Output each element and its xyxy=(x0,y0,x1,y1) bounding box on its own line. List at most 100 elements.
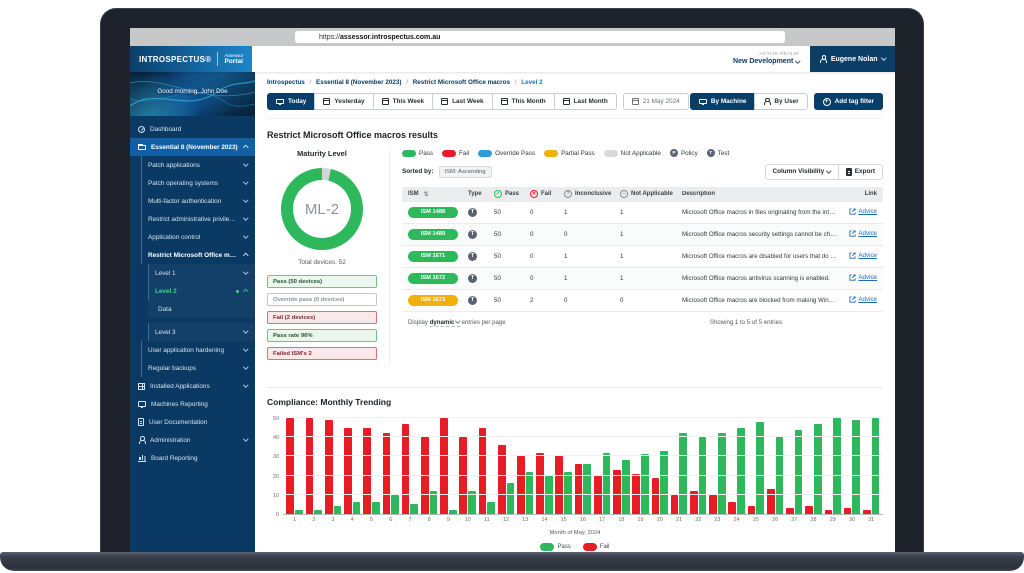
date-filter-yesterday[interactable]: Yesterday xyxy=(314,93,373,110)
column-visibility-button[interactable]: Column Visibility xyxy=(766,165,838,179)
view-filter-by-user[interactable]: By User xyxy=(754,93,807,110)
sidebar-item-user-documentation[interactable]: User Documentation xyxy=(130,413,255,431)
breadcrumb-segment[interactable]: Essential 8 (November 2023) xyxy=(316,79,401,86)
column-header-description[interactable]: Description xyxy=(682,191,837,197)
bar-group-day-5 xyxy=(362,419,381,514)
advice-link[interactable]: Advice xyxy=(849,252,877,259)
user-menu-button[interactable]: Eugene Nolan xyxy=(810,46,895,72)
sidebar-item-label: Patch applications xyxy=(148,162,239,169)
sidebar-item-data[interactable]: Data xyxy=(148,300,255,318)
export-button[interactable]: Export xyxy=(838,165,882,179)
active-realm-selector[interactable]: ACTIVE REALM: New Development xyxy=(733,52,810,67)
compliance-chart-section: Compliance: Monthly Trending 01020304050… xyxy=(267,387,883,551)
date-picker[interactable]: 21 May 2024 xyxy=(623,93,689,110)
bar-group-day-6 xyxy=(381,419,400,514)
date-filter-today[interactable]: Today xyxy=(267,93,315,110)
column-header-fail[interactable]: ✕Fail xyxy=(530,190,564,198)
type-cell: T xyxy=(468,274,494,283)
advice-link[interactable]: Advice xyxy=(849,274,877,281)
sidebar-item-user-application-hardening[interactable]: User application hardening xyxy=(141,341,255,359)
external-link-icon xyxy=(849,252,856,259)
table-row: ISM 1671T50011Microsoft Office macros ar… xyxy=(402,246,883,268)
date-filter-last-month[interactable]: Last Month xyxy=(554,93,617,110)
sidebar-item-patch-applications[interactable]: Patch applications xyxy=(141,156,255,174)
cal-icon xyxy=(323,98,330,105)
sidebar-item-dashboard[interactable]: Dashboard xyxy=(130,120,255,138)
sidebar-item-machines-reporting[interactable]: Machines Reporting xyxy=(130,395,255,413)
sidebar-item-multi-factor-authentication[interactable]: Multi-factor authentication xyxy=(141,192,255,210)
breadcrumb-segment[interactable]: Level 2 xyxy=(521,79,542,86)
fail-bar xyxy=(344,428,352,514)
date-filter-last-week[interactable]: Last Week xyxy=(432,93,493,110)
x-tick-label: 15 xyxy=(554,517,573,523)
maturity-heading: Maturity Level xyxy=(267,149,377,158)
breadcrumb-separator: / xyxy=(404,79,409,86)
pass-count: 50 xyxy=(494,253,530,260)
url-host: assessor.introspectus.com.au xyxy=(340,34,440,41)
ism-cell: ISM 1672 xyxy=(408,273,468,284)
x-tick-label: 25 xyxy=(746,517,765,523)
breadcrumb-segment[interactable]: Introspectus xyxy=(267,79,305,86)
date-filter-this-month[interactable]: This Month xyxy=(492,93,555,110)
column-header-link[interactable]: Link xyxy=(837,191,877,197)
sidebar-item-application-control[interactable]: Application control xyxy=(141,228,255,246)
sidebar-item-level-1[interactable]: Level 1 xyxy=(148,264,255,282)
stat-pill-red: Fail (2 devices) xyxy=(267,311,377,324)
fail-count: 0 xyxy=(530,275,564,282)
view-filter-by-machine[interactable]: By Machine xyxy=(690,93,756,110)
x-tick-label: 22 xyxy=(689,517,708,523)
sidebar-item-label: Multi-factor authentication xyxy=(148,198,239,205)
not-applicable-count: 0 xyxy=(620,297,682,304)
chevron-down-icon xyxy=(456,319,461,324)
description-cell: Microsoft Office macros are disabled for… xyxy=(682,253,837,260)
sidebar-item-board-reporting[interactable]: Board Reporting xyxy=(130,449,255,467)
sidebar-item-essential-8-november-2023[interactable]: Essential 8 (November 2023) xyxy=(130,138,255,156)
pass-bar xyxy=(295,510,303,514)
fail-bar xyxy=(325,420,333,514)
bar-group-day-1 xyxy=(285,419,304,514)
breadcrumb-segment[interactable]: Restrict Microsoft Office macros xyxy=(413,79,510,86)
fail-bar xyxy=(805,506,813,514)
type-cell: T xyxy=(468,252,494,261)
chart-icon xyxy=(138,455,146,462)
sorted-chip[interactable]: ISM: Ascending xyxy=(439,166,492,178)
column-header-inconclusive[interactable]: ?Inconclusive xyxy=(564,190,620,198)
description-cell: Microsoft Office macros in files origina… xyxy=(682,209,837,216)
x-tick-label: 12 xyxy=(496,517,515,523)
sidebar-item-patch-operating-systems[interactable]: Patch operating systems xyxy=(141,174,255,192)
sidebar-item-restrict-microsoft-office-macros[interactable]: Restrict Microsoft Office macros xyxy=(141,246,255,264)
pass-bar xyxy=(410,504,418,514)
date-picker-value: 21 May 2024 xyxy=(643,98,680,105)
sidebar-item-regular-backups[interactable]: Regular backups xyxy=(141,359,255,377)
url-bar[interactable]: https://assessor.introspectus.com.au xyxy=(295,31,785,43)
entries-per-page-select[interactable]: dynamic xyxy=(430,319,460,327)
advice-link[interactable]: Advice xyxy=(849,208,877,215)
column-header-ism[interactable]: ISM⇅ xyxy=(408,191,468,198)
advice-link[interactable]: Advice xyxy=(849,296,877,303)
date-filter-this-week[interactable]: This Week xyxy=(373,93,434,110)
sidebar-item-installed-applications[interactable]: Installed Applications xyxy=(130,377,255,395)
sidebar-item-level-2[interactable]: Level 2 xyxy=(148,282,255,300)
stat-pill-red: Failed ISM's 2 xyxy=(267,347,377,360)
chevron-down-icon xyxy=(243,347,248,352)
sidebar-item-label: Board Reporting xyxy=(151,455,247,462)
legend-test: TTest xyxy=(707,149,730,157)
add-tag-filter-button[interactable]: +Add tag filter xyxy=(814,93,883,110)
external-link-icon xyxy=(849,274,856,281)
sidebar-item-administration[interactable]: Administration xyxy=(130,431,255,449)
column-header-type[interactable]: Type xyxy=(468,191,494,197)
advice-link[interactable]: Advice xyxy=(849,230,877,237)
view-filter-group: By MachineBy User +Add tag filter xyxy=(690,93,883,110)
cross-circle-icon: ✕ xyxy=(530,190,538,198)
x-tick-label: 16 xyxy=(573,517,592,523)
bar-group-day-17 xyxy=(593,419,612,514)
pass-bar xyxy=(372,502,380,514)
gridline xyxy=(283,417,883,418)
legend-label: Policy xyxy=(681,150,698,157)
pass-bar xyxy=(334,506,342,514)
sidebar-item-level-3[interactable]: Level 3 xyxy=(148,323,255,341)
column-header-pass[interactable]: ✓Pass xyxy=(494,190,530,198)
column-header-not-applicable[interactable]: −Not Applicable xyxy=(620,190,682,198)
fail-bar xyxy=(748,506,756,514)
sidebar-item-restrict-administrative-privileges[interactable]: Restrict administrative privileges xyxy=(141,210,255,228)
